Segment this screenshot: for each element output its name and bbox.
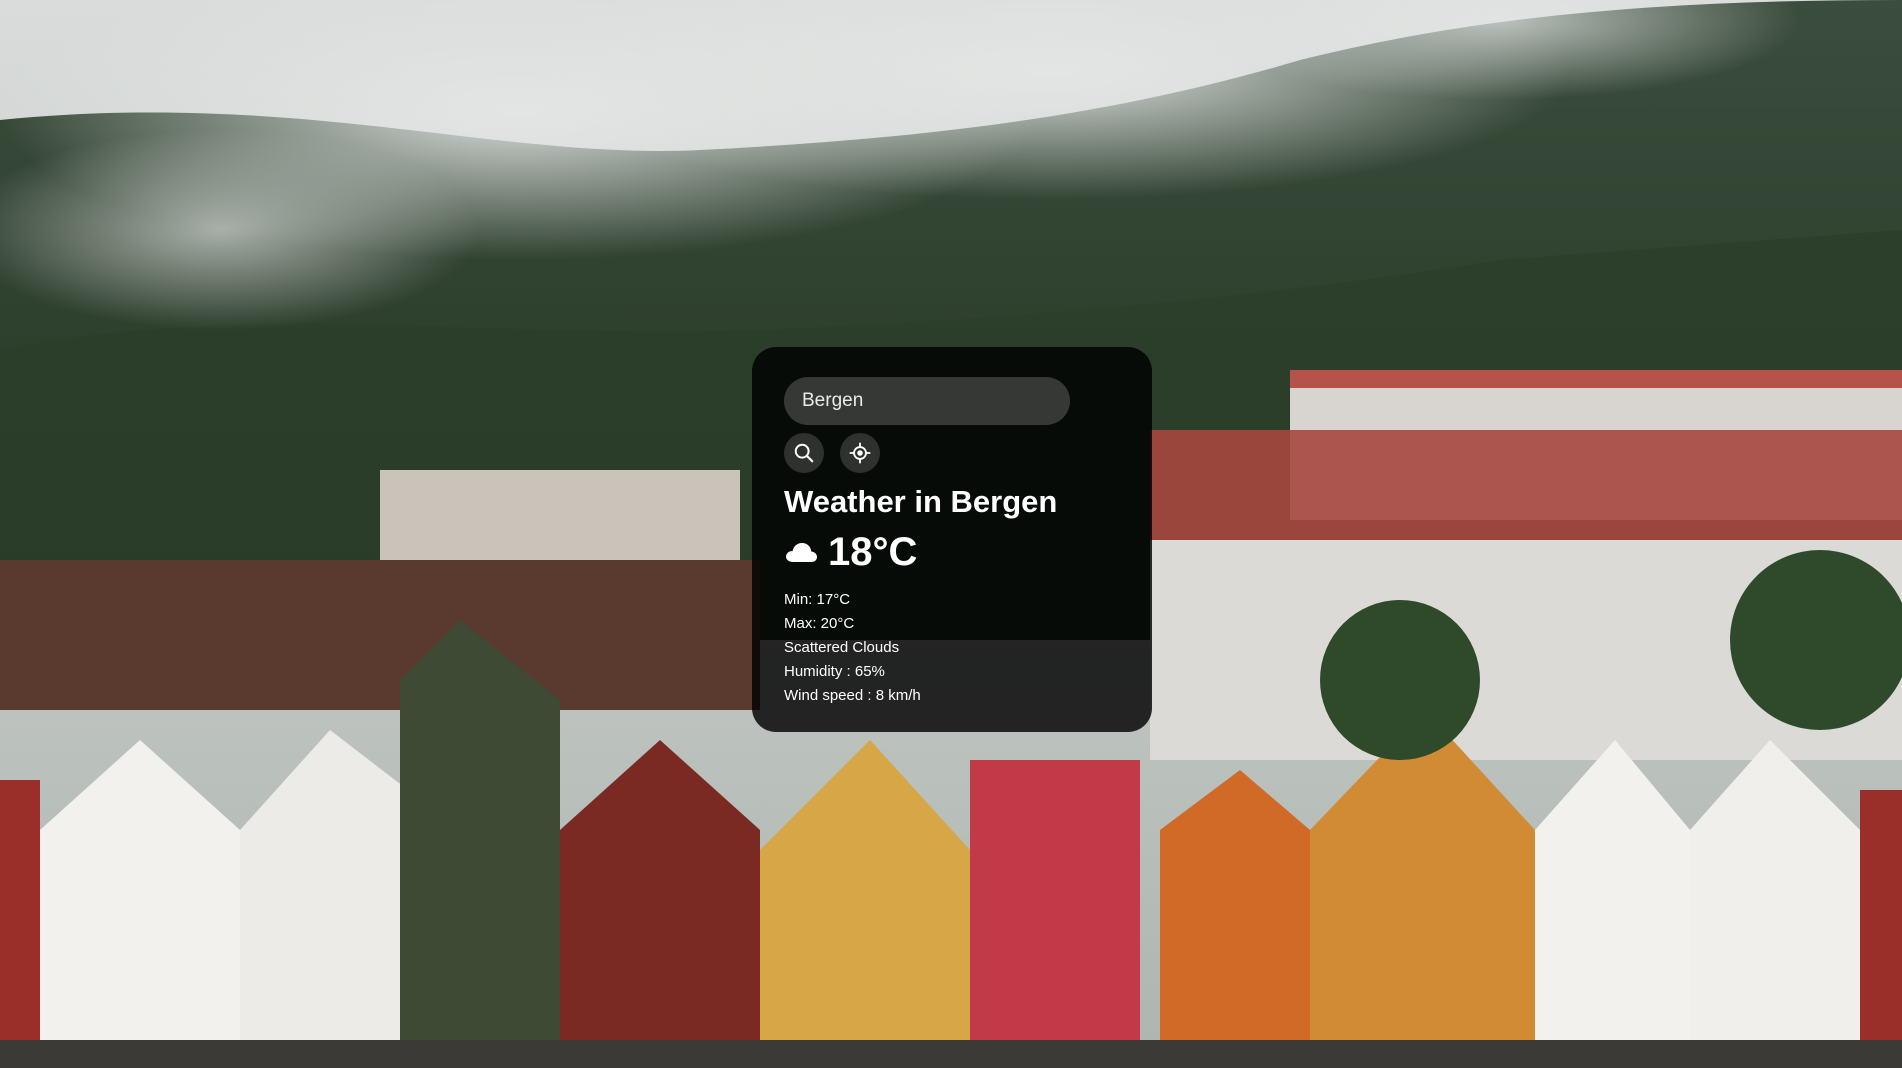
search-row [784,377,1120,425]
action-buttons [784,433,1120,473]
cloud-icon [786,542,817,562]
weather-card: Weather in Bergen 18°C Min: 17°C Max: 20… [752,347,1152,732]
weather-description: Scattered Clouds [784,638,900,656]
app-root: Weather in Bergen 18°C Min: 17°C Max: 20… [0,0,1902,1068]
search-icon [794,443,814,463]
min-temperature: Min: 17°C [784,590,851,608]
locate-button[interactable] [840,433,880,473]
city-title: Weather in Bergen [784,484,1058,519]
humidity: Humidity : 65% [784,662,885,680]
temperature-value: 18°C [828,529,918,574]
temperature-row: 18°C [784,528,1120,576]
search-button[interactable] [784,433,824,473]
wind-speed: Wind speed : 8 km/h [784,686,921,704]
weather-details: Min: 17°C Max: 20°C Scattered Clouds Hum… [784,588,1120,708]
locate-icon [849,442,871,464]
search-input[interactable] [784,377,1070,425]
max-temperature: Max: 20°C [784,614,855,632]
